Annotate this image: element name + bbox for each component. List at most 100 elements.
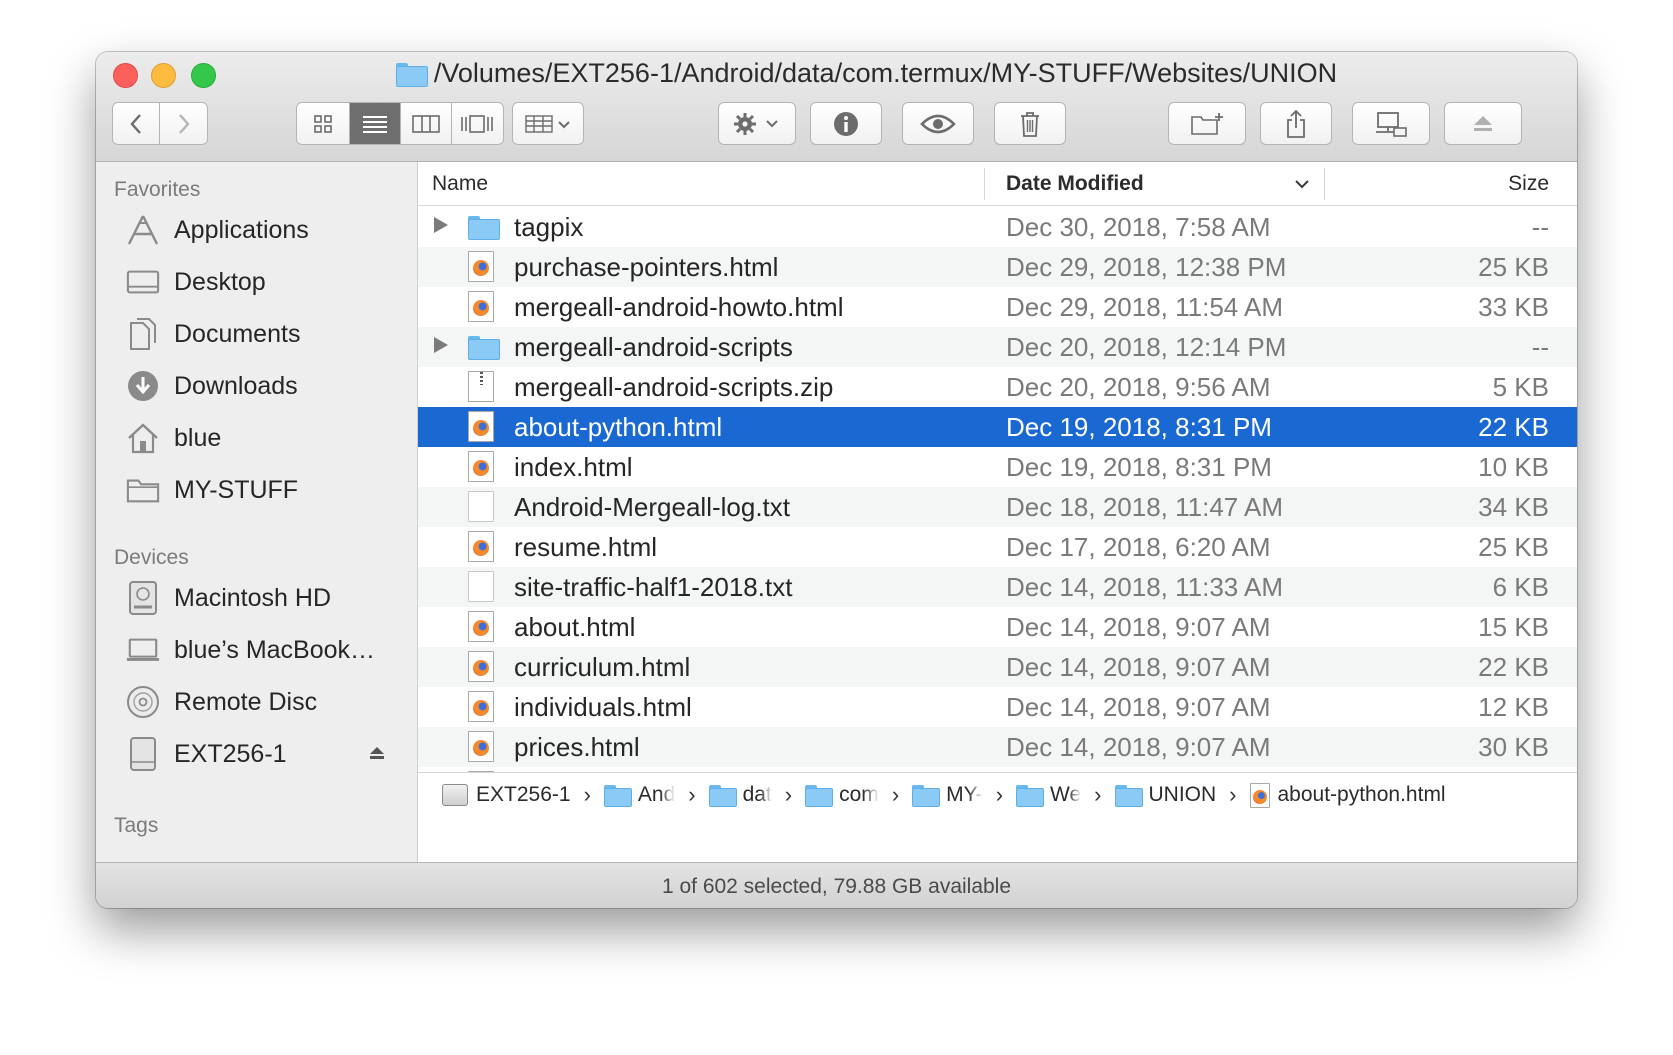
path-segment[interactable]: MY-: [912, 783, 983, 807]
file-row[interactable]: mergeall-android-scripts Dec 20, 2018, 12…: [418, 327, 1577, 367]
html-file-icon: [468, 691, 494, 722]
applications-icon: [126, 213, 160, 247]
path-segment[interactable]: And: [603, 783, 675, 807]
path-segment[interactable]: EXT256-1: [442, 783, 571, 807]
file-row[interactable]: index.html Dec 19, 2018, 8:31 PM 10 KB: [418, 447, 1577, 487]
file-size: 15 KB: [1478, 612, 1549, 642]
column-view-button[interactable]: [401, 103, 452, 144]
file-date: Dec 19, 2018, 8:31 PM: [1006, 452, 1272, 482]
folder-icon: [468, 216, 500, 240]
file-name: curriculum.html: [514, 652, 691, 682]
sidebar-item-label: MY-STUFF: [174, 475, 299, 504]
file-name: index.html: [514, 452, 633, 482]
file-row[interactable]: curriculum.html Dec 14, 2018, 9:07 AM 22 K…: [418, 647, 1577, 687]
sidebar-item-remote-disc[interactable]: Remote Disc: [126, 682, 317, 722]
file-row[interactable]: about.html Dec 14, 2018, 9:07 AM 15 KB: [418, 607, 1577, 647]
file-row[interactable]: purchase-pointers.html Dec 29, 2018, 12:3…: [418, 247, 1577, 287]
chevron-right-icon: [178, 113, 190, 134]
folder-icon: [708, 785, 737, 807]
file-row[interactable]: resume.html Dec 17, 2018, 6:20 AM 25 KB: [418, 527, 1577, 567]
html-file-icon: [1249, 782, 1270, 808]
path-separator-icon: ›: [784, 782, 793, 807]
file-date: Dec 18, 2018, 11:47 AM: [1006, 492, 1284, 522]
sidebar-item-macintosh-hd[interactable]: Macintosh HD: [126, 578, 331, 618]
quick-look-eye-icon: [920, 114, 956, 133]
quick-look-button[interactable]: [902, 102, 974, 145]
path-segment-label: dat: [742, 783, 772, 806]
file-row[interactable]: mergeall-android-howto.html Dec 29, 2018,…: [418, 287, 1577, 327]
column-divider[interactable]: [984, 168, 985, 200]
file-row[interactable]: about-python.html Dec 19, 2018, 8:31 PM 22…: [418, 407, 1577, 447]
external-drive-icon: [126, 737, 160, 771]
action-button[interactable]: [718, 102, 796, 145]
window-title-text: /Volumes/EXT256-1/Android/data/com.termu…: [433, 58, 1338, 88]
get-info-button[interactable]: [810, 102, 882, 145]
sidebar-item-label: Downloads: [174, 371, 298, 400]
delete-button[interactable]: [994, 102, 1066, 145]
path-segment[interactable]: We: [1016, 783, 1081, 807]
share-icon: [1287, 109, 1305, 138]
folder-icon: [1016, 785, 1045, 807]
file-row[interactable]: site-traffic-half1-2018.txt Dec 14, 2018,…: [418, 567, 1577, 607]
sidebar-item-macbook[interactable]: blue’s MacBook…: [126, 630, 375, 670]
new-folder-button[interactable]: [1168, 102, 1246, 145]
info-icon: [834, 111, 858, 136]
sidebar-item-my-stuff[interactable]: MY-STUFF: [126, 470, 298, 510]
column-divider[interactable]: [1324, 168, 1325, 200]
folder-icon: [468, 336, 500, 360]
eject-button[interactable]: [1444, 102, 1522, 145]
file-name: prices.html: [514, 732, 640, 762]
sidebar-item-ext256-1[interactable]: EXT256-1: [126, 734, 287, 774]
path-segment-label: about-python.html: [1277, 783, 1446, 806]
arrange-button[interactable]: [512, 102, 584, 145]
folder-icon: [395, 62, 428, 87]
sidebar-item-applications[interactable]: Applications: [126, 210, 309, 250]
sidebar-item-blue[interactable]: blue: [126, 418, 221, 458]
file-row[interactable]: individuals.html Dec 14, 2018, 9:07 AM 12 …: [418, 687, 1577, 727]
window-title: /Volumes/EXT256-1/Android/data/com.termu…: [96, 58, 1577, 89]
file-row[interactable]: Android-Mergeall-log.txt Dec 18, 2018, 11…: [418, 487, 1577, 527]
html-file-icon: [468, 251, 494, 282]
connect-server-button[interactable]: [1352, 102, 1430, 145]
path-separator-icon: ›: [995, 782, 1004, 807]
icon-view-button[interactable]: [297, 103, 350, 144]
sort-descending-icon[interactable]: [1294, 178, 1310, 190]
path-segment[interactable]: UNION: [1114, 783, 1216, 807]
forward-button[interactable]: [160, 103, 207, 144]
cover-flow-button[interactable]: [452, 103, 503, 144]
path-separator-icon: ›: [688, 782, 696, 807]
eject-ext256-button[interactable]: [368, 744, 386, 767]
documents-icon: [126, 317, 160, 351]
folder-icon: [1114, 785, 1143, 807]
file-row[interactable]: mergeall-android-scripts.zip Dec 20, 2018…: [418, 367, 1577, 407]
path-segment[interactable]: about-python.html: [1249, 782, 1446, 808]
html-file-icon: [468, 531, 494, 562]
share-button[interactable]: [1260, 102, 1332, 145]
sidebar-item-desktop[interactable]: Desktop: [126, 262, 266, 302]
file-name: purchase-pointers.html: [514, 252, 779, 282]
sidebar-item-documents[interactable]: Documents: [126, 314, 300, 354]
path-segment[interactable]: com: [805, 783, 879, 807]
file-date: Dec 20, 2018, 9:56 AM: [1006, 372, 1271, 402]
folder-icon: [912, 785, 941, 807]
file-row[interactable]: tagpix Dec 30, 2018, 7:58 AM --: [418, 207, 1577, 247]
disc-icon: [126, 685, 160, 719]
home-icon: [126, 421, 160, 455]
file-name: about-python.html: [514, 412, 723, 442]
sidebar-item-label: Documents: [174, 319, 301, 348]
folder-icon: [603, 785, 632, 807]
back-button[interactable]: [113, 103, 161, 144]
disclosure-triangle-icon[interactable]: [434, 337, 448, 353]
file-size: 25 KB: [1478, 252, 1549, 282]
file-size: 22 KB: [1478, 412, 1549, 442]
folder-icon: [126, 473, 160, 507]
disclosure-triangle-icon[interactable]: [434, 217, 448, 233]
path-segment[interactable]: dat: [708, 783, 772, 807]
column-size-header[interactable]: Size: [1508, 172, 1549, 196]
path-segment-label: We: [1050, 783, 1082, 806]
list-view-button[interactable]: [349, 103, 401, 144]
column-date-header[interactable]: Date Modified: [1006, 172, 1144, 196]
file-row[interactable]: prices.html Dec 14, 2018, 9:07 AM 30 KB: [418, 727, 1577, 767]
sidebar-item-downloads[interactable]: Downloads: [126, 366, 298, 406]
column-name-header[interactable]: Name: [432, 172, 488, 196]
